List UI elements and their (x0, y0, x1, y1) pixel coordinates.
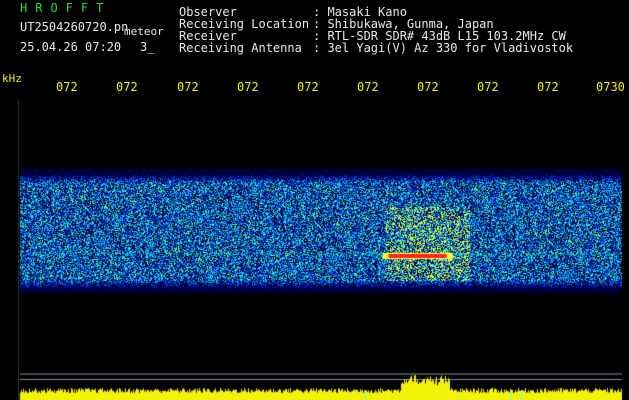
file-name: UT2504260720.pn (20, 20, 129, 34)
x-tick-label: 072 (177, 80, 199, 94)
x-tick-label: 072 (417, 80, 439, 94)
date-time: 25.04.26 07:20 (20, 40, 122, 54)
x-tick-label: 072 (477, 80, 499, 94)
antenna-label: Receiving Antenna (179, 41, 302, 55)
x-tick-label: 0730 (596, 80, 625, 94)
x-tick-label: 072 (297, 80, 319, 94)
x-tick-label: 072 (237, 80, 259, 94)
x-tick-label: 072 (357, 80, 379, 94)
x-tick-label: 072 (537, 80, 559, 94)
y-axis-unit: kHz (2, 72, 22, 85)
app-title: HROFFT (20, 1, 112, 15)
antenna-value: : 3el Yagi(V) Az 330 for Vladivostok (313, 41, 574, 55)
mode-label: meteor (124, 25, 164, 38)
echo-count: 3_ (140, 40, 155, 54)
x-tick-label: 072 (116, 80, 138, 94)
x-tick-label: 072 (56, 80, 78, 94)
spectrogram (0, 100, 629, 400)
